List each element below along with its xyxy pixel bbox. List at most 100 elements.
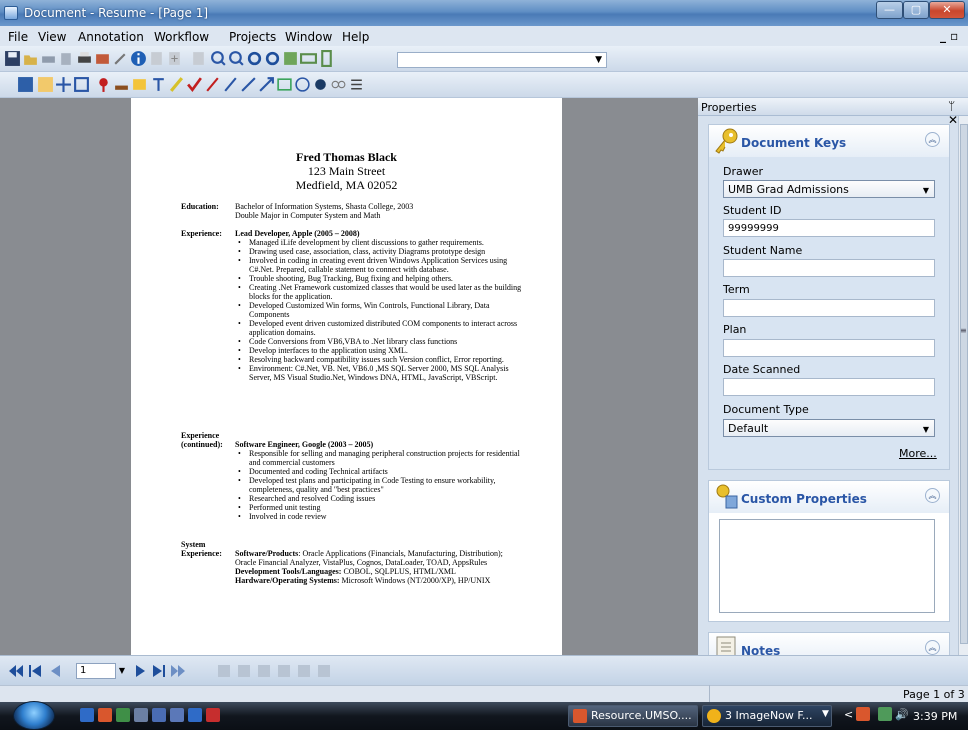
tray-app-icon[interactable]	[856, 707, 870, 721]
devtools-line: Development Tools/Languages: COBOL, SQLP…	[235, 567, 525, 576]
plan-field[interactable]	[723, 339, 935, 357]
insert-page-icon[interactable]	[166, 50, 183, 67]
app-quicklaunch-icon[interactable]	[170, 708, 184, 722]
pen-red-icon[interactable]	[204, 76, 221, 93]
next-page-icon[interactable]	[152, 664, 166, 678]
more-link[interactable]: More...	[899, 447, 937, 460]
volume-icon[interactable]: 🔊	[895, 708, 909, 721]
page-dropdown-icon[interactable]: ▼	[116, 663, 128, 679]
menu-window[interactable]: Window	[285, 30, 332, 44]
zoom-out-icon[interactable]	[228, 50, 245, 67]
close-button[interactable]: ✕	[929, 1, 965, 19]
show-desktop-icon[interactable]	[80, 708, 94, 722]
drawer-select[interactable]: UMB Grad Admissions ▼	[723, 180, 935, 198]
key-icon	[715, 128, 738, 154]
page-number-input[interactable]: 1	[76, 663, 116, 679]
bullet-item: Environment: C#.Net, VB. Net, VB6.0 ,MS …	[235, 364, 525, 382]
highlighter-icon[interactable]	[168, 76, 185, 93]
menu-annotation[interactable]: Annotation	[78, 30, 144, 44]
bullet-item: Creating .Net Framework customized class…	[235, 283, 525, 301]
title-bar: Document - Resume - [Page 1] — ▢ ✕	[0, 0, 968, 26]
taskbar-imagenow-button[interactable]: 3 ImageNow F...	[702, 705, 832, 727]
menu-view[interactable]: View	[38, 30, 66, 44]
ellipse-icon[interactable]	[294, 76, 311, 93]
move-icon[interactable]	[55, 76, 72, 93]
fit-page-icon[interactable]	[282, 50, 299, 67]
copy-icon[interactable]	[58, 50, 75, 67]
job-title: Lead Developer, Apple (2005 – 2008)	[235, 229, 360, 238]
first-page-icon[interactable]	[8, 664, 24, 678]
minimize-button[interactable]: —	[876, 1, 903, 19]
stamp-icon[interactable]	[113, 76, 130, 93]
zoom-in-icon[interactable]	[210, 50, 227, 67]
text-tool-icon[interactable]	[150, 76, 167, 93]
pin-icon[interactable]	[95, 76, 112, 93]
back-icon[interactable]	[48, 664, 62, 678]
last-page-icon[interactable]	[170, 664, 186, 678]
browser-icon[interactable]	[98, 708, 112, 722]
checkmark-icon[interactable]	[186, 76, 203, 93]
redact-icon[interactable]	[312, 76, 329, 93]
menu-help[interactable]: Help	[342, 30, 369, 44]
link-icon[interactable]	[330, 76, 347, 93]
scan-icon[interactable]	[40, 50, 57, 67]
arrow-icon[interactable]	[258, 76, 275, 93]
maximize-button[interactable]: ▢	[903, 1, 929, 19]
line-icon[interactable]	[240, 76, 257, 93]
window-title: Document - Resume - [Page 1]	[24, 6, 209, 20]
menu-workflow[interactable]: Workflow	[154, 30, 209, 44]
rotate-left-icon[interactable]	[246, 50, 263, 67]
student-id-field[interactable]: 99999999	[723, 219, 935, 237]
clock[interactable]: 3:39 PM	[913, 710, 957, 723]
pan-hand-icon[interactable]	[37, 76, 54, 93]
date-scanned-field[interactable]	[723, 378, 935, 396]
collapse-icon[interactable]: ︽	[925, 488, 940, 503]
page-actions-icons[interactable]	[218, 663, 338, 679]
media-icon[interactable]	[134, 708, 148, 722]
bullet-item: Responsible for selling and managing per…	[235, 449, 525, 467]
document-keys-header[interactable]: Document Keys ︽	[709, 125, 949, 157]
menu-file[interactable]: File	[8, 30, 28, 44]
document-viewer[interactable]: Fred Thomas Black 123 Main Street Medfie…	[0, 98, 698, 655]
tools-icon[interactable]	[112, 50, 129, 67]
thumbnails-icon[interactable]	[190, 50, 207, 67]
email-icon[interactable]	[94, 50, 111, 67]
text-select-icon[interactable]	[73, 76, 90, 93]
pen-blue-icon[interactable]	[222, 76, 239, 93]
app-quicklaunch-icon[interactable]	[152, 708, 166, 722]
info-icon[interactable]	[130, 50, 147, 67]
app-quicklaunch-icon[interactable]	[206, 708, 220, 722]
explorer-icon[interactable]	[116, 708, 130, 722]
network-icon[interactable]	[878, 707, 892, 721]
start-button[interactable]	[13, 701, 55, 730]
next-icon[interactable]	[134, 664, 148, 678]
rectangle-icon[interactable]	[276, 76, 293, 93]
zoom-dropdown[interactable]: ▼	[397, 52, 607, 68]
education-label: Education:	[181, 202, 219, 211]
taskbar-resource-button[interactable]: Resource.UMSO....	[568, 705, 698, 727]
app-quicklaunch-icon[interactable]	[188, 708, 202, 722]
list-icon[interactable]	[348, 76, 365, 93]
custom-properties-box[interactable]	[719, 519, 935, 613]
custom-properties-header[interactable]: Custom Properties ︽	[709, 481, 949, 513]
taskbar-overflow-icon[interactable]: ▼	[822, 709, 829, 719]
document-type-select[interactable]: Default ▼	[723, 419, 935, 437]
rotate-right-icon[interactable]	[264, 50, 281, 67]
sticky-note-icon[interactable]	[131, 76, 148, 93]
previous-page-icon[interactable]	[28, 664, 42, 678]
collapse-icon[interactable]: ︽	[925, 132, 940, 147]
properties-scrollbar[interactable]: ≡	[958, 116, 968, 655]
tray-expand-icon[interactable]: <	[844, 708, 853, 721]
fit-width-icon[interactable]	[300, 50, 317, 67]
select-icon[interactable]	[17, 76, 34, 93]
print-icon[interactable]	[76, 50, 93, 67]
fit-height-icon[interactable]	[318, 50, 335, 67]
menu-projects[interactable]: Projects	[229, 30, 276, 44]
term-field[interactable]	[723, 299, 935, 317]
scrollbar-thumb[interactable]	[960, 124, 968, 644]
save-icon[interactable]	[4, 50, 21, 67]
student-name-field[interactable]	[723, 259, 935, 277]
collapse-icon[interactable]: ︽	[925, 640, 940, 655]
delete-page-icon[interactable]	[148, 50, 165, 67]
open-icon[interactable]	[22, 50, 39, 67]
